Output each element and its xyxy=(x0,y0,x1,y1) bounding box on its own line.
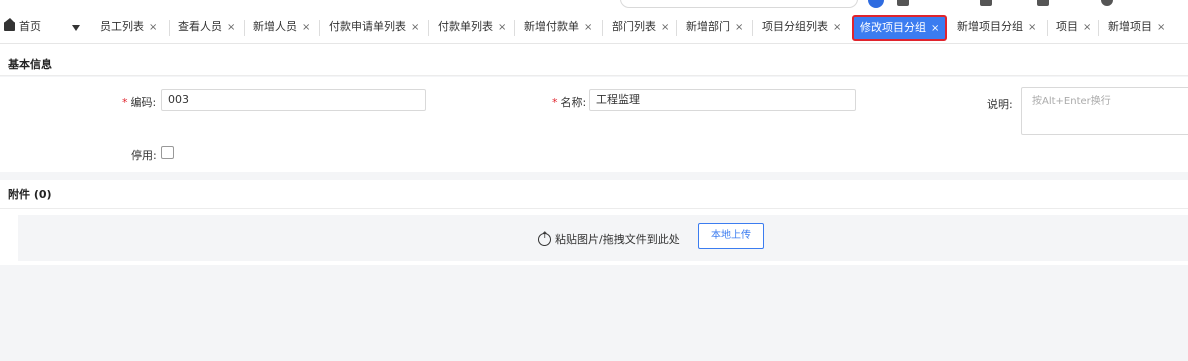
section-title-attachments: 附件 (0) xyxy=(0,180,1188,209)
tab-view-person[interactable]: 查看人员 × xyxy=(172,18,241,38)
file-dropzone[interactable]: 粘贴图片/拖拽文件到此处 本地上传 xyxy=(18,215,1188,261)
code-input[interactable]: 003 xyxy=(161,89,426,111)
section-title-basic-info: 基本信息 xyxy=(0,44,1188,76)
name-label: * 名称: xyxy=(552,96,587,109)
user-icon[interactable] xyxy=(1101,0,1113,6)
code-label: * 编码: xyxy=(122,96,157,109)
close-icon[interactable]: × xyxy=(833,22,841,33)
avatar[interactable] xyxy=(868,0,884,8)
close-icon[interactable]: × xyxy=(584,22,592,33)
tab-add-payment[interactable]: 新增付款单 × xyxy=(518,18,598,38)
home-icon xyxy=(4,18,15,31)
description-textarea[interactable]: 按Alt+Enter换行 xyxy=(1021,87,1188,135)
tab-dropdown-icon[interactable] xyxy=(72,25,80,31)
tab-add-person[interactable]: 新增人员 × xyxy=(247,18,316,38)
close-icon[interactable]: × xyxy=(227,22,235,33)
tab-add-project-group[interactable]: 新增项目分组 × xyxy=(951,18,1042,38)
name-input[interactable]: 工程监理 xyxy=(589,89,856,111)
tab-employee-list[interactable]: 员工列表 × xyxy=(94,18,163,38)
notification-icon[interactable] xyxy=(897,0,909,6)
upload-icon xyxy=(538,231,551,246)
disabled-checkbox[interactable] xyxy=(161,146,174,159)
dropzone-hint: 粘贴图片/拖拽文件到此处 xyxy=(538,231,680,247)
close-icon[interactable]: × xyxy=(735,22,743,33)
tab-home[interactable]: 首页 xyxy=(4,18,47,38)
attachment-area: 粘贴图片/拖拽文件到此处 本地上传 xyxy=(0,209,1188,265)
tab-edit-project-group[interactable]: 修改项目分组 × xyxy=(852,15,948,41)
close-icon[interactable]: × xyxy=(661,22,669,33)
top-header-strip xyxy=(0,0,1188,12)
close-icon[interactable]: × xyxy=(302,22,310,33)
close-icon[interactable]: × xyxy=(411,22,419,33)
tab-payment-list[interactable]: 付款单列表 × xyxy=(432,18,512,38)
local-upload-button[interactable]: 本地上传 xyxy=(698,223,764,249)
disabled-label: 停用: xyxy=(131,149,157,162)
message-icon[interactable] xyxy=(980,0,992,6)
close-icon[interactable]: × xyxy=(931,23,939,34)
tab-bar: 首页 员工列表 × 查看人员 × 新增人员 × 付款申请单列表 × 付款单列表 × 新增付… xyxy=(0,12,1188,44)
tab-add-department[interactable]: 新增部门 × xyxy=(680,18,749,38)
tab-project[interactable]: 项目 × xyxy=(1050,18,1097,38)
tab-add-project[interactable]: 新增项目 × xyxy=(1102,18,1171,38)
basic-info-form: * 编码: 003 * 名称: 工程监理 说明: 按Alt+Enter换行 停用: xyxy=(0,77,1188,172)
close-icon[interactable]: × xyxy=(149,22,157,33)
tab-department-list[interactable]: 部门列表 × xyxy=(606,18,675,38)
close-icon[interactable]: × xyxy=(1083,22,1091,33)
tab-project-group-list[interactable]: 项目分组列表 × xyxy=(756,18,847,38)
tab-payment-request-list[interactable]: 付款申请单列表 × xyxy=(323,18,425,38)
global-search-input[interactable] xyxy=(620,0,858,8)
close-icon[interactable]: × xyxy=(1028,22,1036,33)
settings-icon[interactable] xyxy=(1037,0,1049,6)
close-icon[interactable]: × xyxy=(498,22,506,33)
close-icon[interactable]: × xyxy=(1157,22,1165,33)
description-label: 说明: xyxy=(987,98,1013,111)
